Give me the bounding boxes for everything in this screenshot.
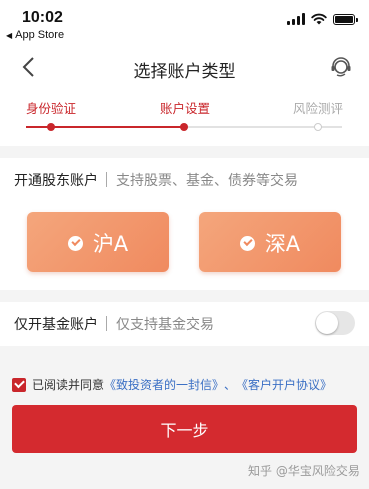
fund-account-toggle[interactable] [315, 311, 355, 335]
stock-account-title: 开通股东账户 [14, 173, 98, 189]
agreement-checkbox[interactable] [12, 377, 26, 392]
system-icons [287, 13, 358, 25]
battery-icon [333, 14, 358, 25]
fund-account-section: 仅开基金账户 仅支持基金交易 [0, 302, 369, 346]
next-step-button[interactable]: 下一步 [12, 405, 357, 453]
step-dot-risk [314, 123, 322, 131]
watermark: 知乎 @华宝风险交易 [248, 464, 360, 478]
investor-letter-link[interactable]: 《致投资者的一封信》 [104, 376, 224, 393]
stock-account-section: 开通股东账户 支持股票、基金、债券等交易 沪A 深A [0, 158, 369, 290]
agreement-prefix: 已阅读并同意 [32, 378, 105, 392]
step-dot-account [180, 123, 188, 131]
step-progress: 身份验证 账户设置 风险测评 [0, 90, 369, 146]
step-label-account: 账户设置 [160, 101, 211, 116]
toggle-knob [316, 312, 338, 334]
agreement-row: 已阅读并同意 《致投资者的一封信》 、 《客户开户协议》 [12, 376, 332, 393]
step-dot-identity [47, 123, 55, 131]
customer-service-icon[interactable] [329, 55, 353, 79]
title-divider [106, 316, 107, 331]
check-circle-icon [67, 235, 83, 251]
step-label-risk: 风险测评 [293, 101, 344, 116]
market-label-sz-a: 深A [264, 232, 301, 256]
market-button-sh-a[interactable]: 沪A [27, 212, 169, 272]
back-app-label: App Store [15, 29, 65, 41]
wifi-icon [311, 13, 327, 25]
back-to-app-store[interactable]: ◀ App Store [6, 29, 64, 41]
step-label-identity: 身份验证 [26, 101, 77, 116]
status-time: 10:02 [22, 9, 63, 26]
fund-account-description: 仅支持基金交易 [116, 317, 214, 333]
account-agreement-link[interactable]: 《客户开户协议》 [236, 376, 332, 393]
market-button-sz-a[interactable]: 深A [199, 212, 341, 272]
stock-account-description: 支持股票、基金、债券等交易 [116, 173, 298, 189]
fund-account-title: 仅开基金账户 [14, 317, 98, 333]
market-label-sh-a: 沪A [92, 232, 129, 256]
title-divider [106, 172, 107, 187]
page-title: 选择账户类型 [133, 62, 236, 82]
check-circle-icon [239, 235, 255, 251]
cellular-signal-icon [287, 13, 305, 25]
status-bar: 10:02 ◀ App Store [0, 0, 369, 44]
back-triangle-icon: ◀ [6, 31, 13, 40]
agreement-separator: 、 [224, 378, 237, 392]
nav-bar: 选择账户类型 [0, 44, 369, 90]
